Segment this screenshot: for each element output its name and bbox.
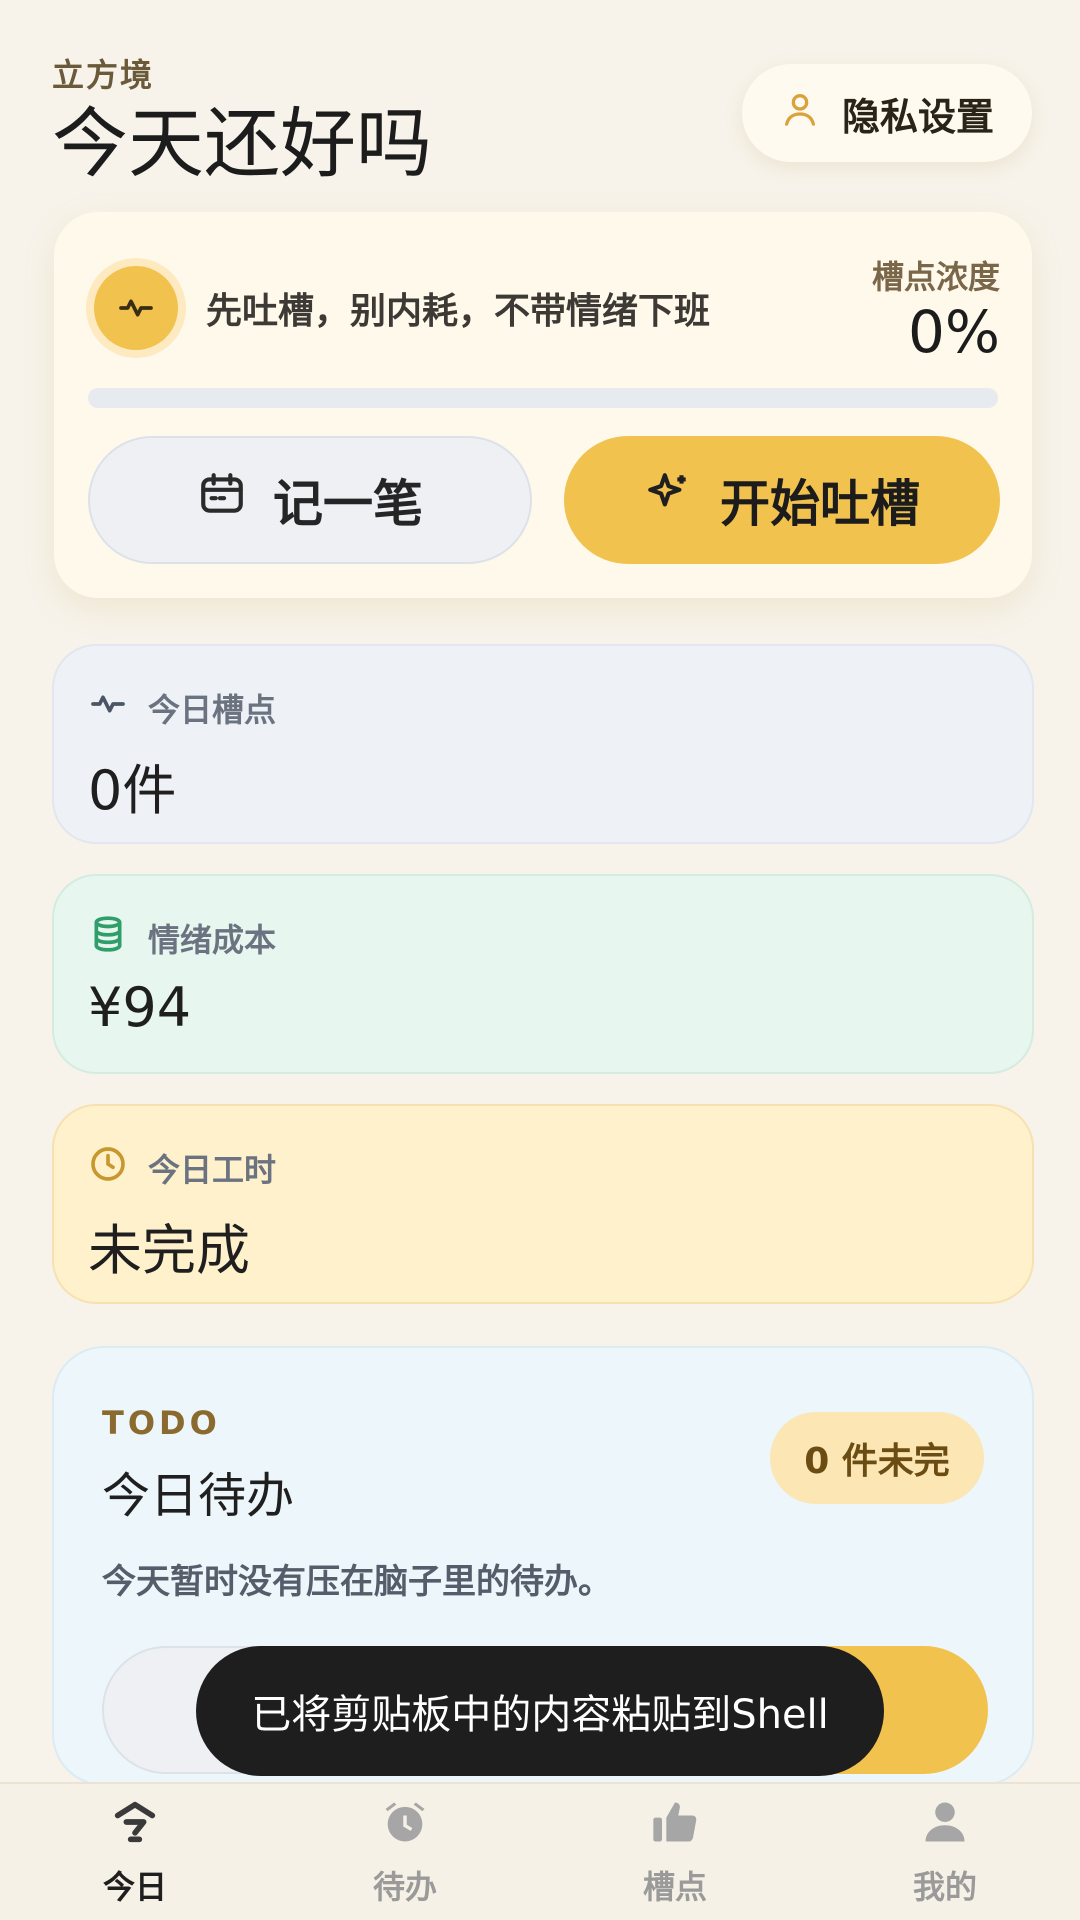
pulse-icon bbox=[94, 266, 178, 350]
header: 立方境 今天还好吗 bbox=[52, 50, 432, 186]
todo-count-badge: 0 件未完 bbox=[770, 1412, 984, 1504]
today-spots-value: 0件 bbox=[88, 759, 177, 822]
record-note-label: 记一笔 bbox=[273, 475, 423, 533]
clipboard-toast: 已将剪贴板中的内容粘贴到Shell bbox=[196, 1646, 884, 1776]
person-icon bbox=[919, 1796, 971, 1856]
density-label: 槽点浓度 bbox=[871, 258, 1000, 296]
today-spots-card[interactable]: 今日槽点 0件 bbox=[52, 644, 1034, 844]
tab-spots[interactable]: 槽点 bbox=[540, 1784, 810, 1920]
hero-icon-wrap bbox=[86, 258, 186, 358]
today-icon bbox=[109, 1796, 161, 1856]
tab-spots-label: 槽点 bbox=[642, 1868, 707, 1906]
bottom-tab-bar: 今日 待办 槽点 我的 bbox=[0, 1782, 1080, 1920]
privacy-settings-label: 隐私设置 bbox=[841, 94, 994, 139]
hero-slogan: 先吐槽，别内耗，不带情绪下班 bbox=[206, 291, 711, 332]
app-name: 立方境 bbox=[52, 56, 155, 94]
pulse-icon bbox=[88, 684, 128, 732]
emotion-cost-label: 情绪成本 bbox=[148, 921, 277, 959]
tab-todo-label: 待办 bbox=[372, 1868, 437, 1906]
start-venting-button[interactable]: 开始吐槽 bbox=[564, 436, 1000, 564]
todo-tag: TODO bbox=[102, 1404, 221, 1442]
tab-profile-label: 我的 bbox=[912, 1868, 977, 1906]
sparkle-icon bbox=[644, 469, 694, 531]
tab-profile[interactable]: 我的 bbox=[810, 1784, 1080, 1920]
today-spots-label: 今日槽点 bbox=[148, 691, 277, 729]
start-venting-label: 开始吐槽 bbox=[720, 475, 920, 533]
work-hours-card[interactable]: 今日工时 未完成 bbox=[52, 1104, 1034, 1304]
clock-icon bbox=[88, 1144, 128, 1192]
emotion-cost-card[interactable]: 情绪成本 ¥94 bbox=[52, 874, 1034, 1074]
thumbs-up-icon bbox=[649, 1796, 701, 1856]
page-title: 今天还好吗 bbox=[52, 99, 432, 188]
emotion-cost-value: ¥94 bbox=[88, 976, 192, 1039]
database-icon bbox=[88, 914, 128, 962]
privacy-settings-button[interactable]: 隐私设置 bbox=[742, 64, 1032, 162]
todo-title: 今日待办 bbox=[102, 1468, 295, 1524]
user-icon bbox=[780, 89, 820, 138]
work-hours-label: 今日工时 bbox=[148, 1151, 277, 1189]
density-value: 0% bbox=[907, 298, 1000, 366]
density-progress-bar bbox=[88, 388, 998, 408]
tab-today-label: 今日 bbox=[102, 1868, 167, 1906]
work-hours-value: 未完成 bbox=[88, 1219, 250, 1282]
tab-today[interactable]: 今日 bbox=[0, 1784, 270, 1920]
hero-card: 先吐槽，别内耗，不带情绪下班 槽点浓度 0% 记一笔 开始吐槽 bbox=[54, 212, 1032, 598]
tab-todo[interactable]: 待办 bbox=[270, 1784, 540, 1920]
alarm-icon bbox=[379, 1796, 431, 1856]
record-note-button[interactable]: 记一笔 bbox=[88, 436, 532, 564]
calendar-icon bbox=[197, 469, 247, 531]
todo-empty-text: 今天暂时没有压在脑子里的待办。 bbox=[102, 1562, 612, 1602]
